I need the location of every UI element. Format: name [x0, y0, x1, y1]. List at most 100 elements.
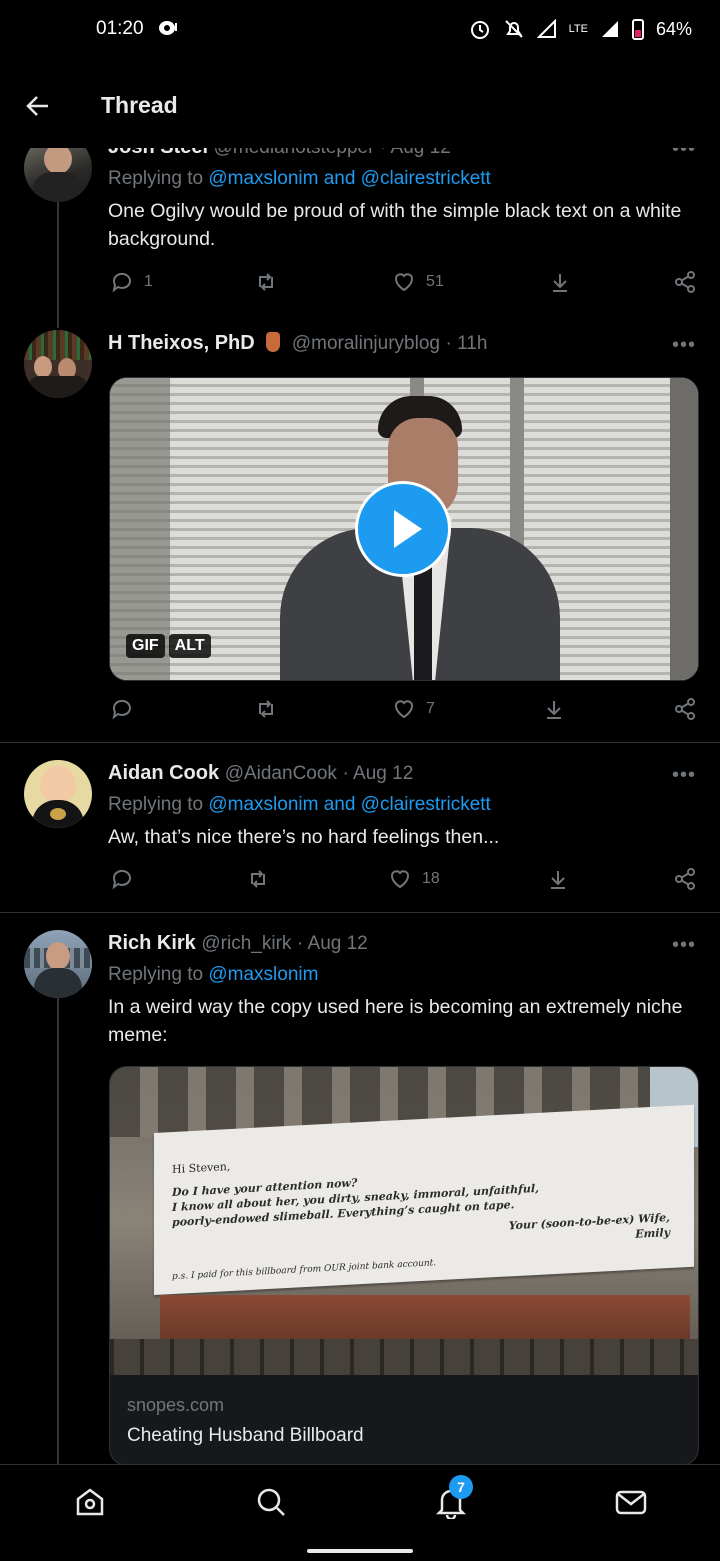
retweet-button[interactable] — [254, 697, 278, 721]
tweet-actions: 1 51 — [108, 270, 698, 300]
tweet-header: Aidan Cook @AidanCook · Aug 12 — [108, 762, 413, 785]
messages-envelope-icon[interactable] — [614, 1485, 648, 1519]
retweet-icon — [259, 273, 273, 291]
tweet-actions: 18 — [108, 867, 698, 897]
play-icon — [394, 510, 422, 548]
link-title: Cheating Husband Billboard — [127, 1425, 364, 1446]
bottom-nav: 7 — [0, 1464, 720, 1561]
author-handle[interactable]: @rich_kirk — [201, 933, 291, 954]
heart-icon — [395, 273, 413, 292]
share-button[interactable] — [542, 697, 566, 721]
replying-to: Replying to @maxslonim and @clairestrick… — [108, 168, 491, 190]
reply-count: 1 — [144, 273, 153, 290]
author-name[interactable]: H Theixos, PhD — [108, 332, 255, 354]
share-network-button[interactable] — [673, 867, 697, 891]
share-network-button[interactable] — [673, 270, 697, 294]
more-options-icon[interactable]: ••• — [672, 764, 696, 787]
author-handle[interactable]: @moralinjuryblog — [292, 333, 440, 354]
replying-to: Replying to @maxslonim — [108, 964, 318, 986]
reply-prefix: Replying to — [108, 794, 204, 815]
avatar[interactable] — [24, 760, 92, 828]
page-title: Thread — [101, 92, 178, 118]
share-network-button[interactable] — [673, 697, 697, 721]
home-icon[interactable] — [73, 1485, 107, 1519]
link-domain: snopes.com — [127, 1395, 225, 1415]
share-button[interactable] — [546, 867, 570, 891]
retweet-button[interactable] — [254, 270, 278, 294]
like-count: 51 — [426, 273, 444, 290]
share-network-icon — [675, 698, 695, 720]
avatar[interactable] — [24, 930, 92, 998]
heart-icon — [391, 870, 409, 889]
status-bar: 01:20 LTE 64% — [0, 0, 720, 62]
signal-icon-2 — [601, 21, 618, 37]
download-icon — [551, 871, 565, 889]
avatar[interactable] — [24, 330, 92, 398]
reply-to-link[interactable]: @maxslonim and @clairestrickett — [208, 794, 491, 815]
download-icon — [553, 274, 567, 292]
reply-icon — [112, 272, 131, 293]
reply-to-link[interactable]: @maxslonim — [208, 964, 318, 985]
gif-media[interactable]: GIF ALT — [109, 377, 699, 681]
tweet-header: H Theixos, PhD @moralinjuryblog · 11h — [108, 332, 487, 355]
tweet-actions: 7 — [108, 697, 698, 727]
tweet-text: In a weird way the copy used here is bec… — [108, 996, 683, 1046]
alarm-icon — [470, 21, 489, 39]
download-icon — [547, 701, 561, 719]
amphora-emoji-icon — [266, 332, 281, 352]
author-name[interactable]: Aidan Cook — [108, 762, 219, 784]
heart-icon — [395, 700, 413, 719]
reply-icon — [112, 699, 131, 720]
play-button[interactable] — [355, 481, 451, 577]
billboard: Hi Steven, Do I have your attention now?… — [154, 1104, 694, 1295]
tweet-time: · Aug 12 — [296, 933, 368, 954]
reply-button[interactable]: 1 — [110, 270, 153, 294]
tweet-time: · 11h — [445, 333, 488, 354]
retweet-button[interactable] — [246, 867, 270, 891]
thread-header: Thread — [0, 62, 720, 148]
retweet-icon — [251, 870, 265, 888]
back-arrow-icon[interactable] — [24, 92, 52, 120]
reply-to-link[interactable]: @maxslonim and @clairestrickett — [208, 168, 491, 189]
tweet-text: One Ogilvy would be proud of with the si… — [108, 200, 682, 250]
signal-icon — [536, 19, 556, 38]
reply-button[interactable] — [110, 697, 134, 721]
like-count: 18 — [422, 870, 440, 887]
gesture-bar[interactable] — [307, 1549, 413, 1553]
notification-badge: 7 — [449, 1475, 473, 1499]
retweet-icon — [259, 700, 273, 718]
author-handle[interactable]: @AidanCook — [225, 763, 337, 784]
battery-icon — [631, 19, 644, 40]
reply-prefix: Replying to — [108, 168, 204, 189]
thread-line — [57, 996, 59, 1464]
like-button[interactable]: 51 — [392, 270, 444, 294]
share-button[interactable] — [548, 270, 572, 294]
more-options-icon[interactable]: ••• — [672, 934, 696, 957]
author-name[interactable]: Rich Kirk — [108, 932, 196, 954]
link-card-image: Hi Steven, Do I have your attention now?… — [110, 1067, 698, 1375]
status-right: LTE 64% — [469, 18, 692, 40]
mute-icon — [504, 20, 523, 38]
divider — [0, 912, 720, 913]
reply-icon — [112, 869, 131, 890]
reply-prefix: Replying to — [108, 964, 204, 985]
lte-label: LTE — [568, 23, 588, 35]
tweet-header: Rich Kirk @rich_kirk · Aug 12 — [108, 932, 368, 955]
tweet-time: · Aug 12 — [342, 763, 414, 784]
chat-bubble-icon — [158, 20, 178, 43]
gif-badge: GIF — [126, 634, 165, 658]
tweet-text: Aw, that’s nice there’s no hard feelings… — [108, 826, 500, 848]
media-badges: GIF ALT — [126, 634, 211, 658]
like-button[interactable]: 18 — [388, 867, 440, 891]
search-icon[interactable] — [254, 1485, 288, 1519]
battery-level: 64% — [655, 18, 692, 39]
alt-badge[interactable]: ALT — [168, 634, 211, 658]
link-card[interactable]: Hi Steven, Do I have your attention now?… — [109, 1066, 699, 1466]
more-options-icon[interactable]: ••• — [672, 334, 696, 357]
reply-button[interactable] — [110, 867, 134, 891]
divider — [0, 742, 720, 743]
status-time: 01:20 — [96, 18, 144, 39]
share-network-icon — [675, 271, 695, 293]
replying-to: Replying to @maxslonim and @clairestrick… — [108, 794, 491, 816]
like-button[interactable]: 7 — [392, 697, 435, 721]
